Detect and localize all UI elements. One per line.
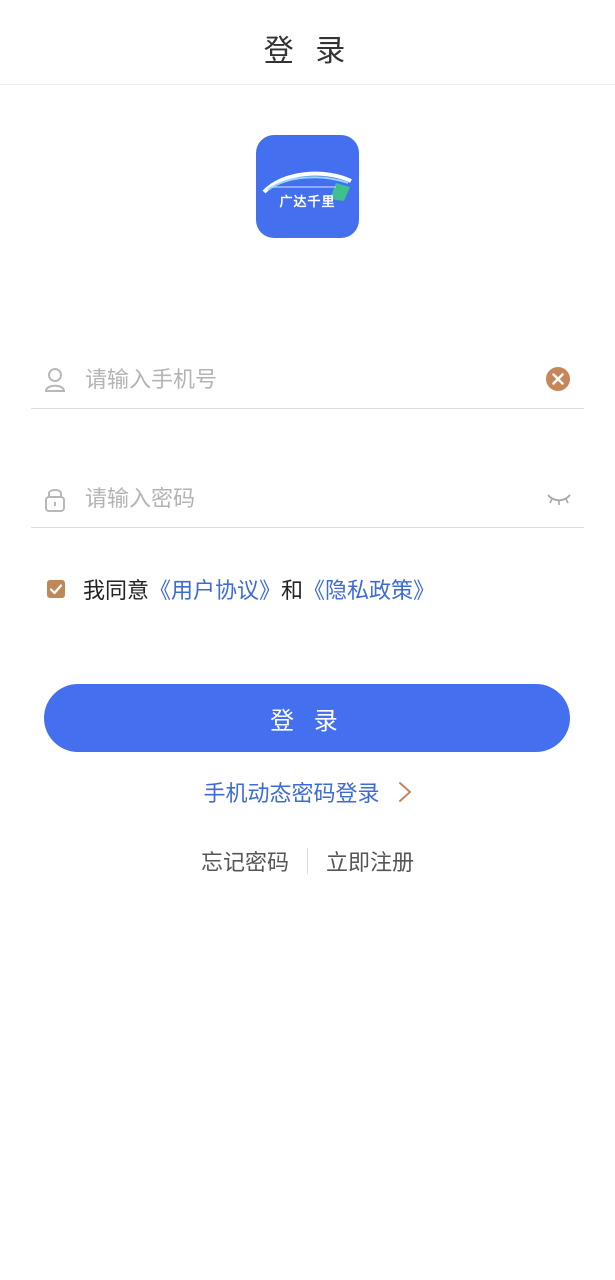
sms-login-link[interactable]: 手机动态密码登录 bbox=[0, 775, 615, 809]
login-page: 登 录 广达千里 请输入手机号 我同意 《用户协议》 和 《隐私政策》 登 录 … bbox=[0, 0, 615, 1280]
agreement-checkbox[interactable] bbox=[47, 580, 65, 598]
user-agreement-link[interactable]: 《用户协议》 bbox=[149, 573, 281, 605]
phone-field bbox=[31, 352, 584, 409]
sms-login-label: 手机动态密码登录 bbox=[203, 782, 380, 807]
register-link[interactable]: 立即注册 bbox=[326, 845, 414, 877]
agreement-conjunction: 和 bbox=[281, 579, 304, 604]
clear-icon[interactable] bbox=[545, 366, 571, 392]
forgot-password-link[interactable]: 忘记密码 bbox=[201, 845, 289, 877]
lock-icon bbox=[43, 485, 67, 513]
agreement-prefix: 我同意 bbox=[83, 579, 150, 604]
privacy-policy-link[interactable]: 《隐私政策》 bbox=[303, 573, 435, 605]
login-button[interactable]: 登 录 bbox=[44, 684, 570, 752]
password-input[interactable] bbox=[85, 479, 525, 519]
eye-closed-icon[interactable] bbox=[545, 489, 573, 509]
navigation-bar: 登 录 bbox=[0, 0, 615, 85]
chevron-right-icon bbox=[398, 781, 412, 803]
password-field bbox=[31, 471, 584, 528]
agreement-row: 我同意 《用户协议》 和 《隐私政策》 bbox=[47, 572, 435, 606]
link-divider bbox=[307, 848, 308, 874]
page-title: 登 录 bbox=[263, 34, 352, 69]
phone-input[interactable] bbox=[85, 360, 525, 400]
app-logo-icon: 广达千里 bbox=[256, 135, 359, 238]
logo-text: 广达千里 bbox=[279, 195, 336, 210]
bottom-links: 忘记密码 立即注册 bbox=[0, 845, 615, 877]
user-icon bbox=[43, 366, 67, 394]
